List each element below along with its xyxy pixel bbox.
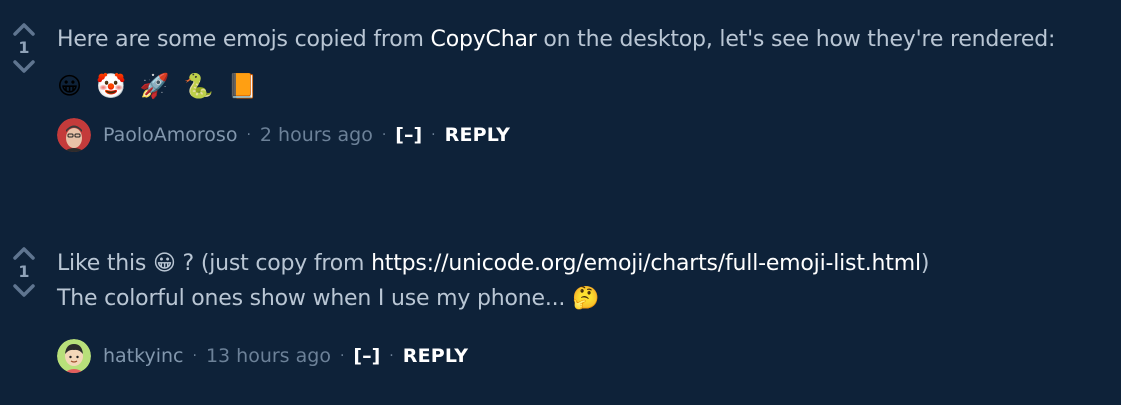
- separator: ·: [192, 348, 197, 364]
- comment-thread: 1 Here are some emojs copied from CopyCh…: [0, 0, 1121, 405]
- snake-emoji: 🐍: [183, 72, 214, 100]
- orange-book-emoji: 📙: [227, 72, 258, 100]
- separator: ·: [381, 127, 387, 143]
- highlight-text: CopyChar: [430, 27, 537, 52]
- separator: ·: [339, 348, 345, 364]
- comment-text: ): [920, 251, 930, 276]
- separator: ·: [246, 127, 251, 143]
- comment-body: Like this 😀 ? (just copy from https://un…: [57, 246, 1097, 316]
- grinning-face-emoji: 😀: [153, 251, 176, 276]
- upvote-arrow-icon[interactable]: [12, 246, 36, 260]
- separator: ·: [389, 348, 394, 364]
- comment-text: Here are some emojs copied from: [57, 27, 431, 52]
- downvote-arrow-icon[interactable]: [12, 60, 36, 74]
- clown-face-emoji: 🤡: [96, 72, 126, 100]
- separator: ·: [431, 127, 436, 143]
- avatar[interactable]: [57, 339, 91, 373]
- rocket-emoji: 🚀: [139, 72, 170, 100]
- comment-text: The colorful ones show when I use my pho…: [57, 286, 573, 311]
- collapse-toggle[interactable]: [–]: [353, 345, 380, 367]
- timestamp[interactable]: 2 hours ago: [260, 124, 373, 146]
- author-link[interactable]: PaoloAmoroso: [103, 124, 237, 146]
- grinning-face-emoji: 😀: [57, 72, 83, 100]
- collapse-toggle[interactable]: [–]: [395, 124, 422, 146]
- timestamp[interactable]: 13 hours ago: [206, 345, 331, 367]
- vote-score: 1: [18, 262, 30, 281]
- reply-button[interactable]: REPLY: [403, 345, 468, 367]
- unicode-link[interactable]: https://unicode.org/emoji/charts/full-em…: [371, 251, 921, 276]
- vote-controls: 1: [10, 246, 38, 298]
- downvote-arrow-icon[interactable]: [12, 284, 36, 298]
- comment-text: on the desktop, let's see how they're re…: [536, 27, 1056, 52]
- comment-text: Like this: [57, 251, 153, 276]
- comment-body: Here are some emojs copied from CopyChar…: [57, 22, 1097, 57]
- upvote-arrow-icon[interactable]: [12, 22, 36, 36]
- comment-content: Here are some emojs copied from CopyChar…: [57, 22, 1097, 153]
- emoji-row: 😀 🤡 🚀 🐍 📙: [57, 67, 1097, 105]
- reply-button[interactable]: REPLY: [445, 124, 510, 146]
- avatar[interactable]: [57, 118, 91, 152]
- author-link[interactable]: hatkyinc: [103, 345, 183, 367]
- comment-meta: hatkyinc · 13 hours ago · [–] · REPLY: [57, 338, 1097, 374]
- thinking-face-emoji: 🤔: [572, 286, 600, 311]
- vote-score: 1: [18, 38, 30, 57]
- comment-content: Like this 😀 ? (just copy from https://un…: [57, 246, 1097, 374]
- vote-controls: 1: [10, 22, 38, 74]
- comment-meta: PaoloAmoroso · 2 hours ago · [–] · REPLY: [57, 117, 1097, 153]
- comment-text: ? (just copy from: [175, 251, 372, 276]
